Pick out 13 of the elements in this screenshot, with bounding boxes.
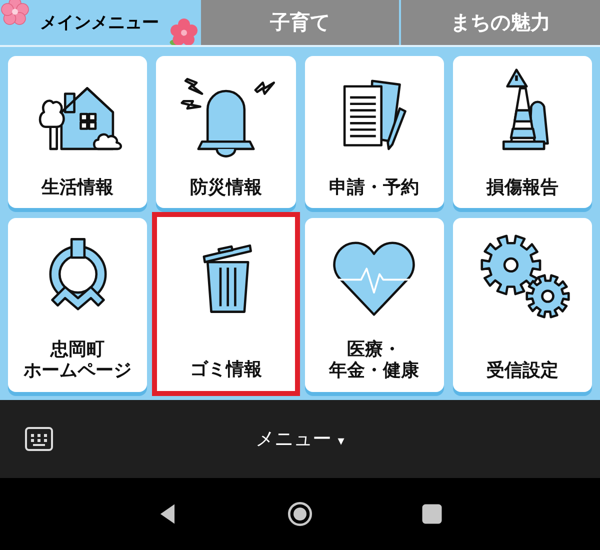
home-icon[interactable] [287, 501, 313, 527]
tab[interactable]: メインメニュー [0, 0, 199, 45]
menu-tile[interactable]: 医療・ 年金・健康 [304, 218, 444, 392]
menu-tile[interactable]: 忠岡町 ホームページ [8, 218, 148, 392]
menu-tile[interactable]: 生活情報 [8, 56, 148, 208]
menu-tile[interactable]: 防災情報 [156, 56, 296, 208]
menu-tile[interactable]: 申請・予約 [304, 56, 444, 208]
menu-tile[interactable]: 損傷報告 [452, 56, 592, 208]
menu-tile[interactable]: 受信設定 [452, 218, 592, 392]
flower-icon [168, 17, 199, 45]
menu-tile[interactable]: ゴミ情報 [152, 212, 300, 396]
flower-icon [0, 0, 30, 26]
menu-button[interactable]: メニュー ▾ [250, 425, 350, 453]
